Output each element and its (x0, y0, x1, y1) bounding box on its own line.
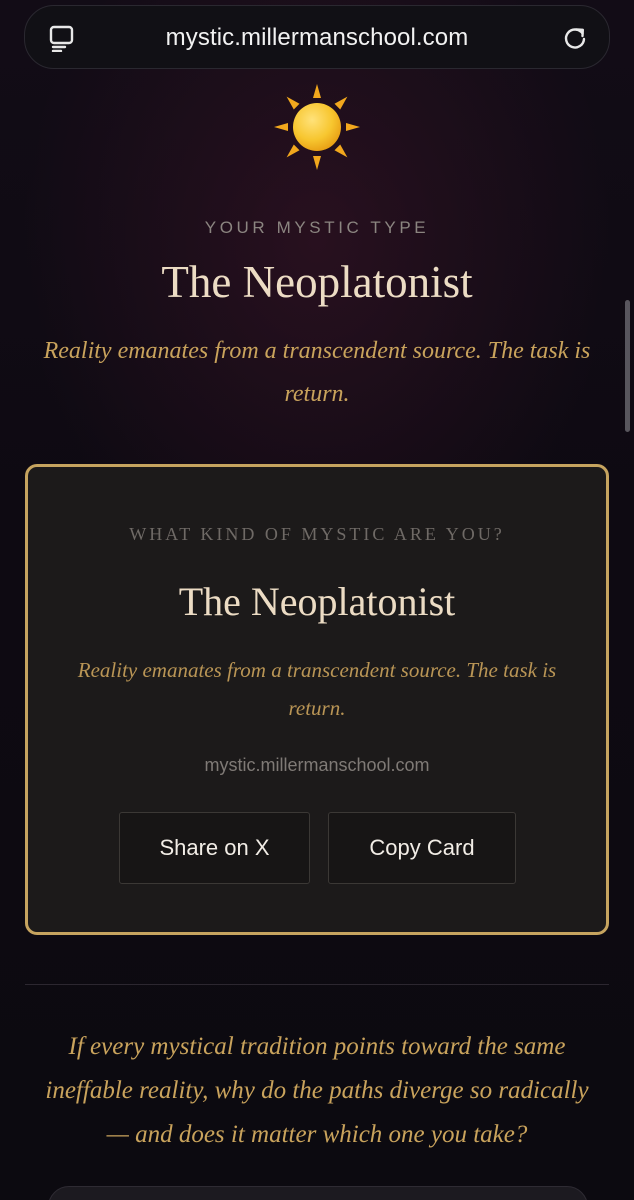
scrollbar[interactable] (625, 300, 630, 432)
card-kicker: WHAT KIND OF MYSTIC ARE YOU? (129, 524, 505, 544)
share-card: WHAT KIND OF MYSTIC ARE YOU? The Neoplat… (25, 464, 609, 935)
address-bar[interactable]: mystic.millermanschool.com (24, 5, 610, 69)
sun-icon (272, 82, 362, 172)
url-text[interactable]: mystic.millermanschool.com (95, 24, 539, 52)
copy-card-button[interactable]: Copy Card (328, 812, 516, 884)
tabs-icon[interactable] (48, 24, 76, 53)
card-title: The Neoplatonist (178, 579, 456, 624)
section-divider (25, 984, 609, 985)
card-url: mystic.millermanschool.com (204, 755, 430, 775)
card-tagline: Reality emanates from a transcendent sou… (77, 658, 557, 720)
page-title: The Neoplatonist (161, 257, 473, 307)
hero-tagline: Reality emanates from a transcendent sou… (43, 338, 591, 407)
reload-icon[interactable] (561, 24, 589, 52)
mystic-type-kicker: YOUR MYSTIC TYPE (204, 218, 430, 237)
essay-question: If every mystical tradition points towar… (45, 1033, 589, 1148)
bottom-panel (48, 1186, 588, 1200)
share-on-x-button[interactable]: Share on X (119, 812, 310, 884)
